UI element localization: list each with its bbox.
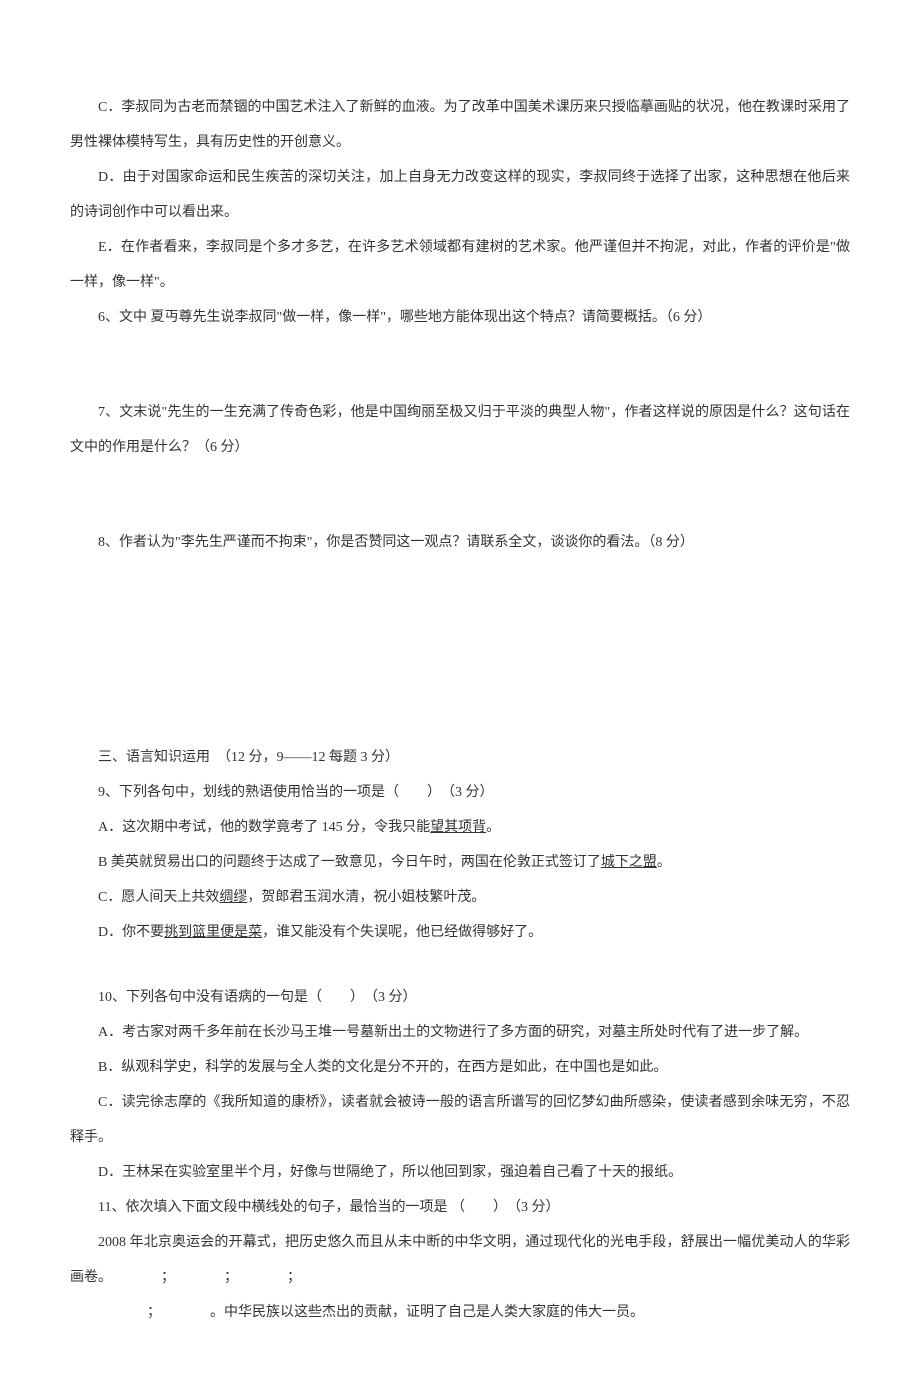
- q9b-pre: B 美英就贸易出口的问题终于达成了一致意见，今日午时，两国在伦敦正式签订了: [98, 855, 601, 870]
- question-11-stem: 11、依次填入下面文段中横线处的句子，最恰当的一项是 （ ） （3 分）: [70, 1190, 850, 1225]
- q11-body-post: 。中华民族以这些杰出的贡献，证明了自己是人类大家庭的伟大一员。: [210, 1305, 644, 1320]
- q9d-post: ，谁又能没有个失误呢，他已经做得够好了。: [262, 925, 542, 940]
- q9a-pre: A．这次期中考试，他的数学竟考了 145 分，令我只能: [98, 820, 430, 835]
- question-9-option-a: A．这次期中考试，他的数学竟考了 145 分，令我只能望其项背。: [70, 810, 850, 845]
- question-10-option-c: C．读完徐志摩的《我所知道的康桥》，读者就会被诗一般的语言所谱写的回忆梦幻曲所感…: [70, 1085, 850, 1155]
- question-10-option-b: B．纵观科学史，科学的发展与全人类的文化是分不开的，在西方是如此，在中国也是如此…: [70, 1050, 850, 1085]
- sep-4: ；: [147, 1305, 161, 1320]
- question-9-option-c: C．愿人间天上共效绸缪，贺郎君玉润水清，祝小姐枝繁叶茂。: [70, 880, 850, 915]
- option-d: D．由于对国家命运和民生疾苦的深切关注，加上自身无力改变这样的现实，李叔同终于选…: [70, 160, 850, 230]
- question-10-option-a: A．考古家对两千多年前在长沙马王堆一号墓新出土的文物进行了多方面的研究，对墓主所…: [70, 1015, 850, 1050]
- q11-body-pre: 2008 年北京奥运会的开幕式，把历史悠久而且从未中断的中华文明，通过现代化的光…: [70, 1235, 850, 1285]
- q9d-underline: 挑到篮里便是菜: [164, 925, 262, 940]
- q9a-post: 。: [486, 820, 500, 835]
- answer-space-q8: [70, 560, 850, 740]
- q9d-pre: D．你不要: [98, 925, 164, 940]
- spacer: [70, 950, 850, 980]
- question-7: 7、文末说"先生的一生充满了传奇色彩，他是中国绚丽至极又归于平淡的典型人物"，作…: [70, 395, 850, 465]
- question-11-body-line1: 2008 年北京奥运会的开幕式，把历史悠久而且从未中断的中华文明，通过现代化的光…: [70, 1225, 850, 1295]
- q9c-post: ，贺郎君玉润水清，祝小姐枝繁叶茂。: [247, 890, 485, 905]
- sep-2: ；: [224, 1270, 238, 1285]
- option-e: E．在作者看来，李叔同是个多才多艺，在许多艺术领域都有建树的艺术家。他严谨但并不…: [70, 230, 850, 300]
- sep-3: ；: [287, 1270, 301, 1285]
- section-3-heading: 三、语言知识运用 （12 分，9——12 每题 3 分）: [70, 740, 850, 775]
- q9a-underline: 望其项背: [430, 820, 486, 835]
- sep-1: ；: [161, 1270, 175, 1285]
- document-page: C．李叔同为古老而禁锢的中国艺术注入了新鲜的血液。为了改革中国美术课历来只授临摹…: [0, 0, 920, 1390]
- question-9-option-d: D．你不要挑到篮里便是菜，谁又能没有个失误呢，他已经做得够好了。: [70, 915, 850, 950]
- question-11-body-line2: ； 。中华民族以这些杰出的贡献，证明了自己是人类大家庭的伟大一员。: [70, 1295, 850, 1330]
- question-6: 6、文中 夏丏尊先生说李叔同"做一样，像一样"，哪些地方能体现出这个特点？请简要…: [70, 300, 850, 335]
- answer-space-q6: [70, 335, 850, 395]
- answer-space-q7: [70, 465, 850, 525]
- q9b-underline: 城下之盟: [601, 855, 657, 870]
- q9c-pre: C．愿人间天上共效: [98, 890, 219, 905]
- question-8: 8、作者认为"李先生严谨而不拘束"，你是否赞同这一观点？请联系全文，谈谈你的看法…: [70, 525, 850, 560]
- q9b-post: 。: [657, 855, 671, 870]
- q9c-underline: 绸缪: [219, 890, 247, 905]
- option-c: C．李叔同为古老而禁锢的中国艺术注入了新鲜的血液。为了改革中国美术课历来只授临摹…: [70, 90, 850, 160]
- question-9-stem: 9、下列各句中，划线的熟语使用恰当的一项是（ ） （3 分）: [70, 775, 850, 810]
- question-9-option-b: B 美英就贸易出口的问题终于达成了一致意见，今日午时，两国在伦敦正式签订了城下之…: [70, 845, 850, 880]
- question-10-stem: 10、下列各句中没有语病的一句是（ ） （3 分）: [70, 980, 850, 1015]
- question-10-option-d: D．王林呆在实验室里半个月，好像与世隔绝了，所以他回到家，强迫着自己看了十天的报…: [70, 1155, 850, 1190]
